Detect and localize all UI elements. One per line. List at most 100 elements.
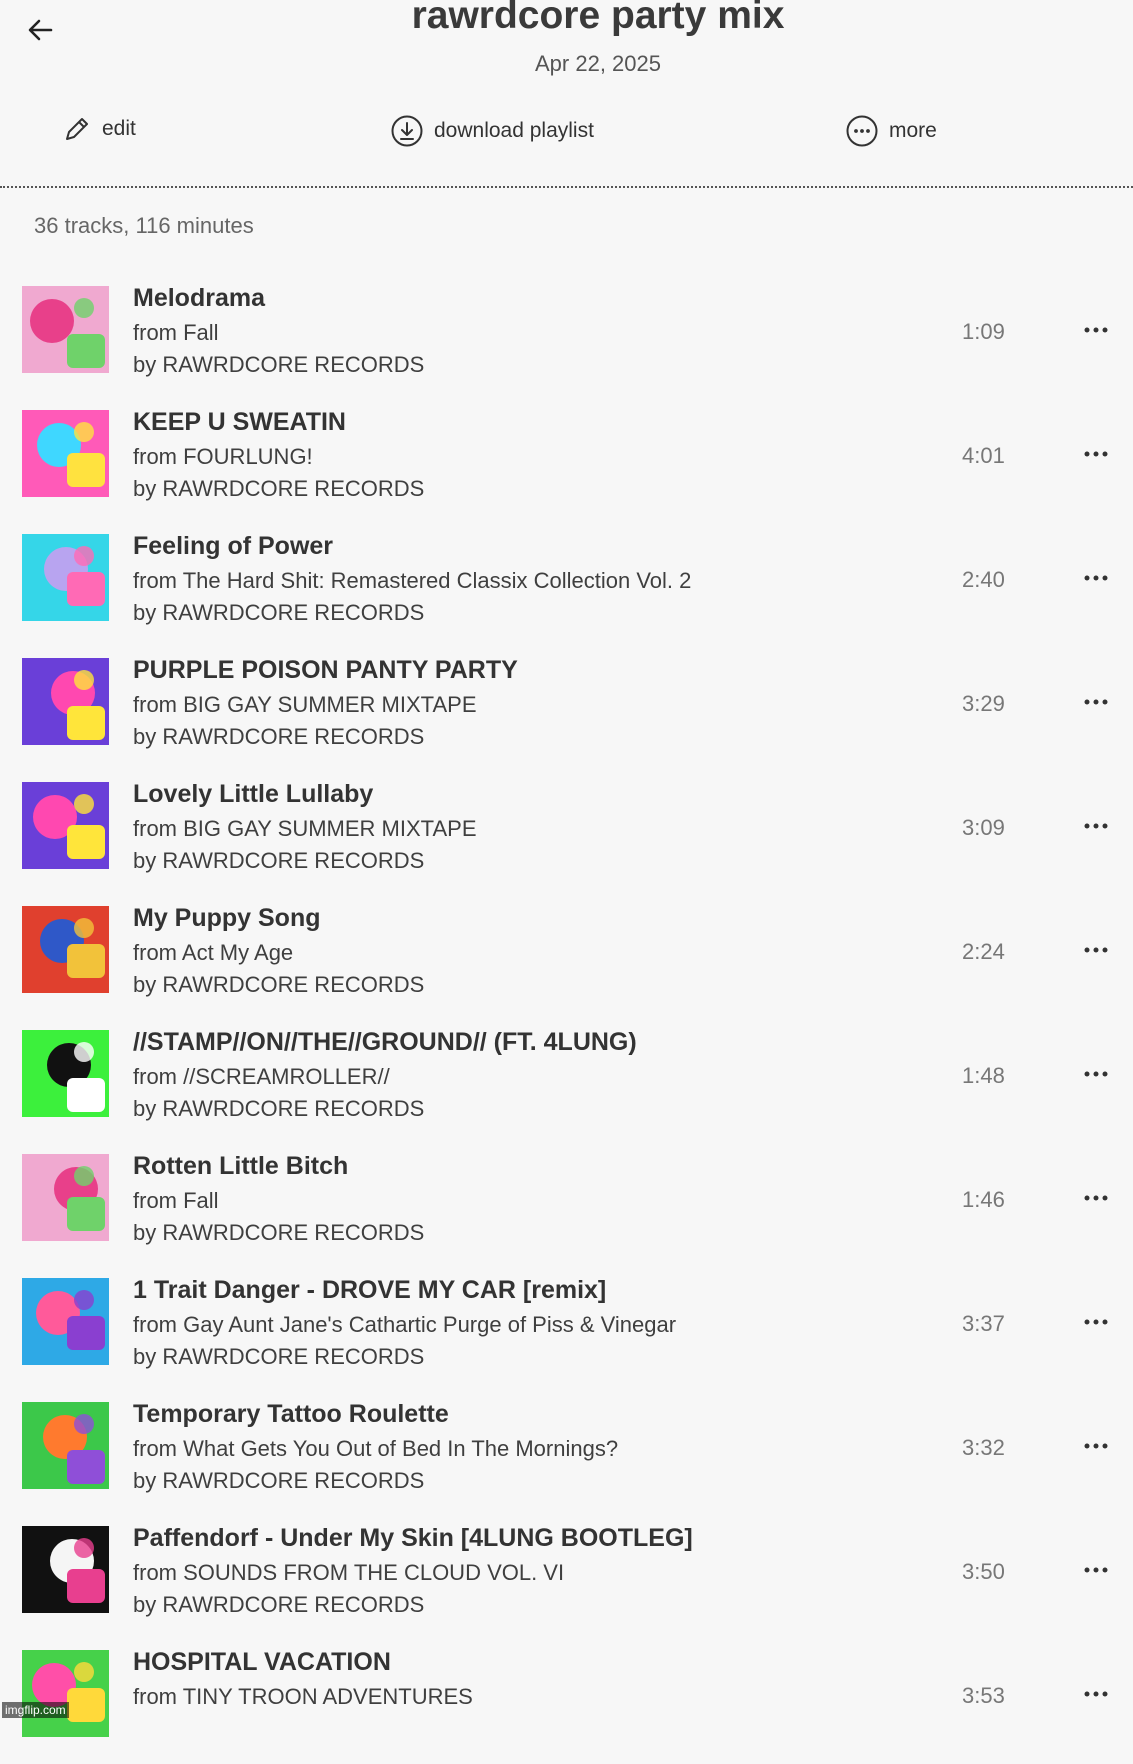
album-art [22,534,109,621]
track-artist: by RAWRDCORE RECORDS [133,1344,425,1369]
track-row[interactable]: Lovely Little Lullaby from BIG GAY SUMME… [0,772,1133,896]
album-art [22,1154,109,1241]
album-art [22,1650,109,1737]
more-horizontal-icon [1084,947,1108,953]
track-title: //STAMP//ON//THE//GROUND// (FT. 4LUNG) [133,1028,637,1056]
more-horizontal-icon [1084,699,1108,705]
track-album: from BIG GAY SUMMER MIXTAPE [133,816,477,841]
track-album: from //SCREAMROLLER// [133,1064,390,1089]
more-circle-icon [846,115,878,147]
download-label: download playlist [434,119,594,142]
track-album: from The Hard Shit: Remastered Classix C… [133,568,692,593]
track-album: from FOURLUNG! [133,444,313,469]
track-title: PURPLE POISON PANTY PARTY [133,656,518,684]
track-more-button[interactable] [1078,442,1114,466]
more-horizontal-icon [1084,575,1108,581]
track-album: from Fall [133,1188,219,1213]
track-title: Rotten Little Bitch [133,1152,349,1180]
track-more-button[interactable] [1078,1186,1114,1210]
track-more-button[interactable] [1078,814,1114,838]
track-row[interactable]: Temporary Tattoo Roulette from What Gets… [0,1392,1133,1516]
track-more-button[interactable] [1078,1558,1114,1582]
track-album: from Act My Age [133,940,294,965]
album-art [22,1402,109,1489]
track-more-button[interactable] [1078,1062,1114,1086]
track-duration: 3:37 [962,1311,1005,1336]
track-row[interactable]: //STAMP//ON//THE//GROUND// (FT. 4LUNG) f… [0,1020,1133,1144]
track-row[interactable]: PURPLE POISON PANTY PARTY from BIG GAY S… [0,648,1133,772]
track-row[interactable]: KEEP U SWEATIN from FOURLUNG! by RAWRDCO… [0,400,1133,524]
track-title: 1 Trait Danger - DROVE MY CAR [remix] [133,1276,607,1304]
track-duration: 3:09 [962,815,1005,840]
track-album: from SOUNDS FROM THE CLOUD VOL. VI [133,1560,565,1585]
track-title: Temporary Tattoo Roulette [133,1400,449,1428]
track-duration: 2:40 [962,567,1005,592]
track-duration: 3:29 [962,691,1005,716]
track-duration: 1:09 [962,319,1005,344]
album-art [22,658,109,745]
track-summary: 36 tracks, 116 minutes [34,213,254,238]
track-duration: 3:32 [962,1435,1005,1460]
track-duration: 1:48 [962,1063,1005,1088]
more-horizontal-icon [1084,1567,1108,1573]
pencil-icon [66,118,88,140]
track-artist: by RAWRDCORE RECORDS [133,1220,425,1245]
track-title: Paffendorf - Under My Skin [4LUNG BOOTLE… [133,1524,693,1552]
track-duration: 3:50 [962,1559,1005,1584]
download-circle-icon [391,115,423,147]
edit-label: edit [102,117,136,140]
track-row[interactable]: HOSPITAL VACATION from TINY TROON ADVENT… [0,1640,1133,1764]
track-title: Lovely Little Lullaby [133,780,374,808]
watermark: imgflip.com [2,1702,69,1718]
download-playlist-button[interactable]: download playlist [390,114,594,148]
track-more-button[interactable] [1078,1682,1114,1706]
track-more-button[interactable] [1078,318,1114,342]
track-artist: by RAWRDCORE RECORDS [133,1096,425,1121]
track-row[interactable]: Melodrama from Fall by RAWRDCORE RECORDS… [0,276,1133,400]
divider [0,186,1133,188]
more-horizontal-icon [1084,451,1108,457]
track-duration: 4:01 [962,443,1005,468]
track-album: from What Gets You Out of Bed In The Mor… [133,1436,619,1461]
track-more-button[interactable] [1078,1434,1114,1458]
album-art [22,1278,109,1365]
track-more-button[interactable] [1078,690,1114,714]
more-horizontal-icon [1084,1071,1108,1077]
track-row[interactable]: Rotten Little Bitch from Fall by RAWRDCO… [0,1144,1133,1268]
album-art [22,410,109,497]
more-horizontal-icon [1084,823,1108,829]
playlist-date: Apr 22, 2025 [535,51,661,76]
page-title: rawrdcore party mix [411,0,785,37]
album-art [22,286,109,373]
track-more-button[interactable] [1078,938,1114,962]
track-artist: by RAWRDCORE RECORDS [133,1468,425,1493]
track-album: from Gay Aunt Jane's Cathartic Purge of … [133,1312,677,1337]
track-row[interactable]: My Puppy Song from Act My Age by RAWRDCO… [0,896,1133,1020]
track-row[interactable]: Feeling of Power from The Hard Shit: Rem… [0,524,1133,648]
track-artist: by RAWRDCORE RECORDS [133,476,425,501]
more-horizontal-icon [1084,1443,1108,1449]
more-horizontal-icon [1084,1319,1108,1325]
track-title: Melodrama [133,284,265,312]
track-artist: by RAWRDCORE RECORDS [133,600,425,625]
track-row[interactable]: Paffendorf - Under My Skin [4LUNG BOOTLE… [0,1516,1133,1640]
track-album: from TINY TROON ADVENTURES [133,1684,473,1709]
track-album: from Fall [133,320,219,345]
track-list: Melodrama from Fall by RAWRDCORE RECORDS… [0,276,1133,1764]
track-artist: by RAWRDCORE RECORDS [133,848,425,873]
album-art [22,1030,109,1117]
more-button[interactable]: more [845,114,937,148]
edit-button[interactable]: edit [62,114,136,144]
more-horizontal-icon [1084,1195,1108,1201]
more-label: more [889,119,937,142]
more-horizontal-icon [1084,1691,1108,1697]
album-art [22,906,109,993]
track-row[interactable]: 1 Trait Danger - DROVE MY CAR [remix] fr… [0,1268,1133,1392]
album-art [22,1526,109,1613]
track-more-button[interactable] [1078,1310,1114,1334]
track-artist: by RAWRDCORE RECORDS [133,352,425,377]
track-more-button[interactable] [1078,566,1114,590]
track-artist: by RAWRDCORE RECORDS [133,724,425,749]
track-duration: 2:24 [962,939,1005,964]
track-artist: by RAWRDCORE RECORDS [133,972,425,997]
